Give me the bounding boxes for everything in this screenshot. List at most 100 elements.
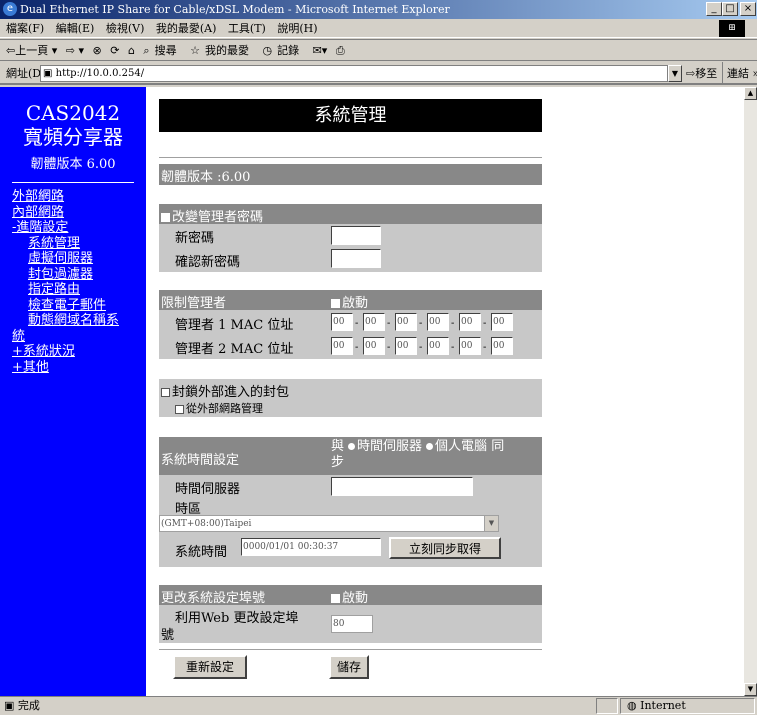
nav-system-status[interactable]: +系統狀況 bbox=[0, 344, 146, 360]
mac-separator: - bbox=[483, 342, 487, 353]
mac1-octet-3[interactable]: 00 bbox=[395, 313, 417, 331]
forward-button[interactable]: ⇨ ▾ bbox=[66, 44, 84, 57]
mac-separator: - bbox=[419, 342, 423, 353]
menu-bar: 檔案(F) 編輯(E) 檢視(V) 我的最愛(A) 工具(T) 說明(H) ⊞ bbox=[0, 19, 757, 38]
mac2-octet-1[interactable]: 00 bbox=[331, 337, 353, 355]
sync-now-button[interactable]: 立刻同步取得 bbox=[389, 537, 501, 559]
mac2-octet-4[interactable]: 00 bbox=[427, 337, 449, 355]
address-dropdown-icon[interactable]: ▼ bbox=[668, 65, 682, 82]
brand: CAS2042 寬頻分享器 bbox=[0, 87, 146, 149]
menu-favorites[interactable]: 我的最愛(A) bbox=[156, 22, 217, 35]
confirm-password-input[interactable] bbox=[331, 249, 381, 268]
web-port-input[interactable]: 80 bbox=[331, 615, 373, 633]
mac2-octet-2[interactable]: 00 bbox=[363, 337, 385, 355]
restrict-header-label: 限制管理者 bbox=[161, 296, 227, 311]
menu-edit[interactable]: 編輯(E) bbox=[56, 22, 95, 35]
mac-separator: - bbox=[355, 342, 359, 353]
port-enable[interactable]: 啟動 bbox=[331, 587, 368, 606]
status-bar: ▣ 完成 ◍ Internet bbox=[0, 696, 757, 714]
nav-packet-filter[interactable]: 封包過濾器 bbox=[0, 267, 146, 283]
sidebar: CAS2042 寬頻分享器 韌體版本 6.00 外部網路 內部網路 -進階設定 … bbox=[0, 87, 146, 696]
mac2-octet-5[interactable]: 00 bbox=[459, 337, 481, 355]
nav-ddns[interactable]: 動態網域名稱系 bbox=[0, 313, 146, 329]
stop-button[interactable]: ⊗ bbox=[93, 44, 102, 57]
refresh-button[interactable]: ⟳ bbox=[110, 44, 119, 57]
home-button[interactable]: ⌂ bbox=[128, 44, 135, 57]
port-section: 利用Web 更改設定埠 號 80 bbox=[159, 605, 542, 643]
history-button[interactable]: ◷ 記錄 bbox=[262, 44, 304, 57]
address-input[interactable]: ▣ http://10.0.0.254/ bbox=[40, 65, 668, 82]
page-content: CAS2042 寬頻分享器 韌體版本 6.00 外部網路 內部網路 -進階設定 … bbox=[0, 87, 744, 696]
nav-other[interactable]: +其他 bbox=[0, 360, 146, 376]
mac2-octet-6[interactable]: 00 bbox=[491, 337, 513, 355]
timezone-select[interactable]: (GMT+08:00)Taipei ▼ bbox=[159, 515, 499, 532]
mac2-octet-3[interactable]: 00 bbox=[395, 337, 417, 355]
time-server-input[interactable] bbox=[331, 477, 473, 496]
minimize-button[interactable]: _ bbox=[706, 2, 722, 16]
scroll-up-icon[interactable]: ▲ bbox=[744, 87, 757, 100]
radio-icon[interactable] bbox=[426, 443, 434, 450]
mac-separator: - bbox=[387, 318, 391, 329]
mac1-octet-2[interactable]: 00 bbox=[363, 313, 385, 331]
search-icon: ⌕ bbox=[143, 44, 150, 57]
close-button[interactable]: × bbox=[740, 2, 756, 16]
reset-button[interactable]: 重新設定 bbox=[173, 655, 247, 679]
mac1-octet-1[interactable]: 00 bbox=[331, 313, 353, 331]
mac1-octet-4[interactable]: 00 bbox=[427, 313, 449, 331]
links-button[interactable]: 連結 » bbox=[722, 62, 757, 85]
nav-wan[interactable]: 外部網路 bbox=[0, 189, 146, 205]
favorites-icon: ☆ bbox=[190, 44, 200, 57]
radio-icon[interactable] bbox=[348, 443, 356, 450]
checkbox-icon bbox=[175, 404, 184, 414]
mac1-octet-6[interactable]: 00 bbox=[491, 313, 513, 331]
nav-system-admin[interactable]: 系統管理 bbox=[0, 236, 146, 252]
vertical-scrollbar[interactable]: ▲ ▼ bbox=[744, 87, 757, 696]
scroll-down-icon[interactable]: ▼ bbox=[744, 683, 757, 696]
divider bbox=[159, 649, 542, 650]
web-port-label-tail: 號 bbox=[161, 628, 175, 643]
new-password-input[interactable] bbox=[331, 226, 381, 245]
print-button[interactable]: ⎙ bbox=[336, 44, 345, 57]
ie-logo-icon: e bbox=[3, 2, 17, 16]
mac-separator: - bbox=[483, 318, 487, 329]
restrict-enable[interactable]: 啟動 bbox=[331, 292, 368, 311]
status-cell bbox=[596, 698, 618, 714]
status-zone: ◍ Internet bbox=[620, 698, 755, 714]
sidebar-firmware: 韌體版本 6.00 bbox=[30, 157, 116, 172]
menu-file[interactable]: 檔案(F) bbox=[6, 22, 44, 35]
status-page-icon: ▣ bbox=[4, 699, 18, 712]
menu-help[interactable]: 說明(H) bbox=[277, 22, 317, 35]
restrict-header: 限制管理者 啟動 bbox=[159, 290, 542, 311]
checkbox-icon bbox=[331, 299, 340, 308]
mac1-octet-5[interactable]: 00 bbox=[459, 313, 481, 331]
save-button[interactable]: 儲存 bbox=[329, 655, 369, 679]
checkbox-icon bbox=[331, 594, 340, 603]
firmware-label: 韌體版本 :6.00 bbox=[161, 170, 251, 185]
nav-lan[interactable]: 內部網路 bbox=[0, 205, 146, 221]
nav-ddns-cont[interactable]: 統 bbox=[0, 329, 146, 345]
nav-static-route[interactable]: 指定路由 bbox=[0, 282, 146, 298]
search-button[interactable]: ⌕ 搜尋 bbox=[143, 44, 181, 57]
maximize-button[interactable]: □ bbox=[722, 2, 738, 16]
mac2-label: 管理者 2 MAC 位址 bbox=[175, 342, 294, 357]
firmware-row: 韌體版本 :6.00 bbox=[159, 164, 542, 185]
remote-manage[interactable]: 從外部網路管理 bbox=[175, 400, 263, 416]
history-icon: ◷ bbox=[262, 44, 273, 57]
mail-button[interactable]: ✉▾ bbox=[313, 44, 328, 57]
nav-advanced[interactable]: -進階設定 bbox=[0, 220, 146, 236]
favorites-button[interactable]: ☆ 我的最愛 bbox=[190, 44, 254, 57]
go-button[interactable]: ⇨移至 bbox=[686, 62, 717, 85]
toolbar: ⇦上一頁 ▾ ⇨ ▾ ⊗ ⟳ ⌂ ⌕ 搜尋 ☆ 我的最愛 ◷ 記錄 ✉▾ ⎙ bbox=[0, 39, 757, 61]
port-header: 更改系統設定埠號 啟動 bbox=[159, 585, 542, 606]
chevron-down-icon: ▼ bbox=[484, 516, 498, 531]
mac1-label: 管理者 1 MAC 位址 bbox=[175, 318, 294, 333]
block-incoming[interactable]: 封鎖外部進入的封包 bbox=[161, 381, 289, 400]
restrict-section: 管理者 1 MAC 位址 管理者 2 MAC 位址 00-00-00-00-00… bbox=[159, 310, 542, 359]
menu-view[interactable]: 檢視(V) bbox=[106, 22, 145, 35]
nav-virtual-server[interactable]: 虛擬伺服器 bbox=[0, 251, 146, 267]
menu-tools[interactable]: 工具(T) bbox=[228, 22, 266, 35]
nav-check-email[interactable]: 檢查電子郵件 bbox=[0, 298, 146, 314]
mac-separator: - bbox=[419, 318, 423, 329]
back-button[interactable]: ⇦上一頁 ▾ bbox=[6, 44, 57, 57]
password-section: 新密碼 確認新密碼 bbox=[159, 224, 542, 272]
